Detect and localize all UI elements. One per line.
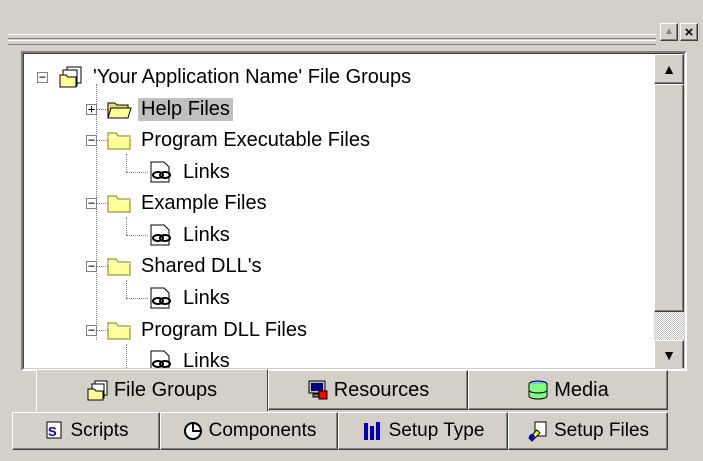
- tree-connector: [126, 344, 127, 368]
- collapse-root-toggle[interactable]: −: [37, 71, 48, 83]
- tab-label: Scripts: [70, 420, 129, 441]
- collapse-shared-dlls-toggle[interactable]: −: [86, 260, 97, 272]
- components-icon: [183, 422, 202, 440]
- tree-item-label: Shared DLL's: [141, 254, 262, 277]
- tab-file-groups[interactable]: File Groups: [36, 369, 268, 411]
- svg-text:S: S: [48, 424, 57, 439]
- tree-list: − + − − − − 'Your Application Name' File…: [24, 54, 652, 369]
- links-icon: [150, 161, 171, 183]
- tree-item-program-dll-files[interactable]: Program DLL Files: [106, 315, 310, 345]
- tab-media[interactable]: Media: [468, 370, 668, 410]
- collapse-program-dll-toggle[interactable]: −: [86, 324, 97, 336]
- tree-item-links[interactable]: Links: [148, 346, 233, 369]
- tab-resources[interactable]: Resources: [268, 370, 468, 410]
- folder-open-icon: [107, 102, 132, 119]
- tab-setup-type[interactable]: Setup Type: [338, 412, 508, 450]
- tab-label: Media: [554, 378, 609, 401]
- file-groups-tree-panel: − + − − − − 'Your Application Name' File…: [21, 51, 687, 371]
- setup-files-icon: [528, 421, 547, 442]
- scripts-icon: S: [46, 421, 62, 439]
- file-groups-icon: [59, 66, 82, 88]
- tree-item-label: 'Your Application Name' File Groups: [93, 65, 412, 88]
- tree-item-label: Help Files: [138, 97, 233, 121]
- media-icon: [528, 380, 548, 400]
- collapse-program-executable-toggle[interactable]: −: [86, 134, 97, 146]
- links-icon: [150, 224, 171, 246]
- folder-icon: [107, 132, 131, 150]
- tree-view[interactable]: − + − − − − 'Your Application Name' File…: [23, 53, 685, 369]
- tab-label: Resources: [333, 378, 430, 401]
- tree-connector: [96, 84, 97, 340]
- tab-setup-files[interactable]: Setup Files: [508, 412, 668, 450]
- folder-icon: [107, 258, 131, 276]
- tree-connector: [126, 172, 148, 173]
- tree-item-label: Links: [183, 223, 230, 246]
- tree-connector: [126, 154, 127, 172]
- collapse-example-files-toggle[interactable]: −: [86, 197, 97, 209]
- title-grip-bar-lower[interactable]: [8, 40, 656, 45]
- setup-type-icon: [363, 422, 380, 440]
- tree-connector: [126, 217, 127, 235]
- resources-icon: [308, 380, 328, 400]
- tree-item-help-files[interactable]: Help Files: [106, 94, 233, 124]
- scroll-track[interactable]: [654, 312, 684, 340]
- tree-item-shared-dlls[interactable]: Shared DLL's: [106, 251, 265, 281]
- tree-item-example-files[interactable]: Example Files: [106, 188, 270, 218]
- tree-item-root[interactable]: 'Your Application Name' File Groups: [58, 62, 414, 92]
- links-icon: [150, 287, 171, 309]
- tree-connector: [126, 298, 148, 299]
- tree-item-links[interactable]: Links: [148, 220, 233, 250]
- title-grip-bar[interactable]: [8, 34, 656, 39]
- folder-icon: [107, 195, 131, 213]
- tree-item-label: Example Files: [141, 191, 267, 214]
- tree-connector: [126, 280, 127, 298]
- tree-item-label: Program DLL Files: [141, 318, 307, 341]
- vertical-scrollbar[interactable]: ▲ ▼: [654, 54, 684, 368]
- expand-help-files-toggle[interactable]: +: [86, 103, 97, 115]
- tree-item-links[interactable]: Links: [148, 283, 233, 313]
- scroll-up-button[interactable]: ▲: [654, 54, 684, 84]
- tab-label: File Groups: [113, 379, 218, 401]
- close-button[interactable]: ×: [680, 23, 698, 41]
- tree-item-label: Links: [183, 349, 230, 369]
- tab-label: Setup Files: [553, 420, 650, 441]
- file-groups-icon: [87, 380, 108, 400]
- links-icon: [150, 350, 171, 368]
- restore-button[interactable]: ▲: [660, 23, 678, 41]
- tab-components[interactable]: Components: [160, 412, 338, 450]
- tab-label: Setup Type: [388, 420, 485, 441]
- folder-icon: [107, 322, 131, 340]
- tab-scripts[interactable]: S Scripts: [12, 412, 160, 450]
- scroll-down-button[interactable]: ▼: [654, 340, 684, 368]
- tab-label: Components: [208, 420, 317, 441]
- tree-item-label: Program Executable Files: [141, 128, 370, 151]
- scroll-thumb[interactable]: [654, 84, 684, 312]
- tree-item-label: Links: [183, 160, 230, 183]
- tree-connector: [126, 235, 148, 236]
- tree-item-program-executable-files[interactable]: Program Executable Files: [106, 125, 373, 155]
- tree-item-links[interactable]: Links: [148, 157, 233, 187]
- tree-item-label: Links: [183, 286, 230, 309]
